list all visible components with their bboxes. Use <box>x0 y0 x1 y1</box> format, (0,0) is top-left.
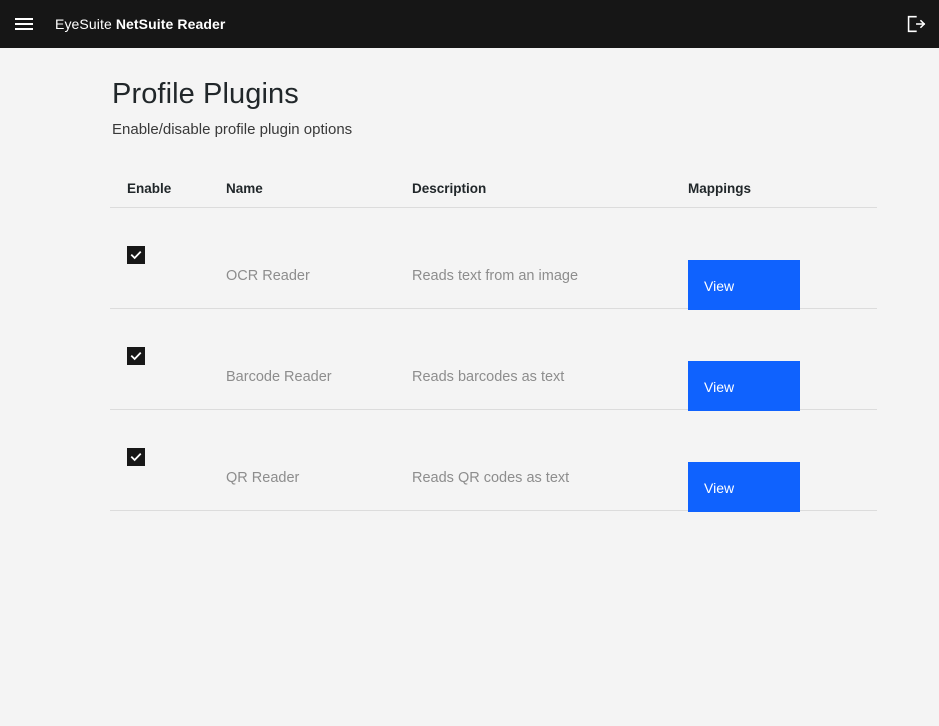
hamburger-bar <box>15 28 33 30</box>
plugin-description: Reads barcodes as text <box>412 369 565 385</box>
app-header: EyeSuite NetSuite Reader <box>0 0 939 48</box>
hamburger-menu-icon[interactable] <box>0 0 48 48</box>
table-header-row: Enable Name Description Mappings <box>110 170 877 208</box>
mappings-cell: View <box>688 410 877 512</box>
view-mappings-button[interactable]: View <box>688 260 800 310</box>
hamburger-bar <box>15 18 33 20</box>
plugin-description: Reads text from an image <box>412 268 579 284</box>
plugin-name: Barcode Reader <box>226 369 332 385</box>
table-row: Barcode Reader Reads barcodes as text Vi… <box>110 309 877 411</box>
enable-checkbox[interactable] <box>127 448 145 466</box>
enable-cell <box>110 410 226 468</box>
page-subtitle: Enable/disable profile plugin options <box>112 121 353 138</box>
plugins-table: Enable Name Description Mappings OCR Rea… <box>110 170 877 512</box>
logout-icon[interactable] <box>891 0 939 48</box>
brand-name: NetSuite Reader <box>115 16 226 32</box>
plugin-description: Reads QR codes as text <box>412 470 570 486</box>
enable-cell <box>110 208 226 266</box>
column-header-name: Name <box>226 181 263 196</box>
plugin-name: OCR Reader <box>226 268 310 284</box>
view-mappings-button[interactable]: View <box>688 462 800 512</box>
column-header-enable: Enable <box>127 181 172 196</box>
app-brand: EyeSuite NetSuite Reader <box>55 16 225 32</box>
view-mappings-button[interactable]: View <box>688 361 800 411</box>
page-title: Profile Plugins <box>112 78 299 110</box>
enable-cell <box>110 309 226 367</box>
column-header-mappings: Mappings <box>688 181 751 196</box>
enable-checkbox[interactable] <box>127 246 145 264</box>
mappings-cell: View <box>688 208 877 310</box>
hamburger-bar <box>15 23 33 25</box>
plugin-name: QR Reader <box>226 470 300 486</box>
enable-checkbox[interactable] <box>127 347 145 365</box>
brand-prefix: EyeSuite <box>55 16 116 32</box>
table-row: OCR Reader Reads text from an image View <box>110 208 877 310</box>
mappings-cell: View <box>688 309 877 411</box>
column-header-description: Description <box>412 181 487 196</box>
table-row: QR Reader Reads QR codes as text View <box>110 410 877 512</box>
